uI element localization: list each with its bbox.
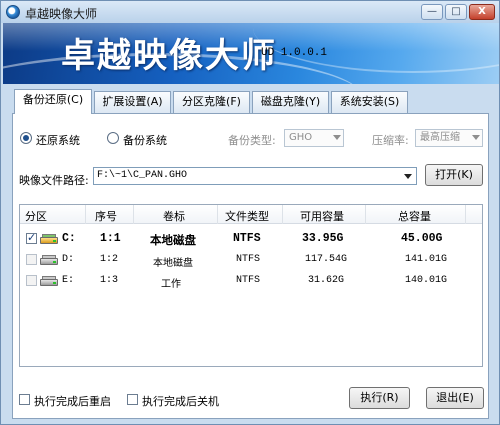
table-row[interactable]: D: 1:2 本地磁盘 NTFS 117.54G 141.01G [20,250,482,271]
backup-label: 备份系统 [123,134,167,147]
column-header: 序号 [95,210,117,223]
restore-label: 还原系统 [36,134,80,147]
drive-letter: E: [62,275,75,286]
restore-radio[interactable] [20,132,32,144]
drive-letter: D: [62,254,75,265]
chevron-down-icon [472,135,480,140]
backup-type-value: GHO [289,132,313,143]
maximize-button[interactable]: □ [445,4,467,20]
volume-label: 工作 [161,279,181,290]
drive-letter: C: [62,232,76,245]
image-path-value: F:\~1\C_PAN.GHO [97,170,188,181]
image-path-label: 映像文件路径: [19,174,89,187]
backup-radio[interactable] [107,132,119,144]
column-header: 分区 [25,210,47,223]
reboot-after-label: 执行完成后重启 [34,395,111,408]
banner-title: 卓越映像大师 [61,36,277,76]
tab-partition-clone[interactable]: 分区克隆(F) [173,91,250,113]
partition-index: 1:3 [100,275,119,286]
volume-label: 本地磁盘 [150,233,196,247]
file-system: NTFS [233,232,261,245]
partition-checkbox[interactable] [26,275,37,286]
tab-system-install[interactable]: 系统安装(S) [331,91,408,113]
free-space: 31.62G [308,275,345,286]
compression-value: 最高压缩 [420,132,460,143]
backup-type-select[interactable]: GHO [284,129,344,147]
image-path-input[interactable]: F:\~1\C_PAN.GHO [93,167,417,185]
hard-disk-icon [40,234,58,244]
app-logo-icon [6,5,20,19]
partition-checkbox[interactable] [26,254,37,265]
table-row[interactable]: C: 1:1 本地磁盘 NTFS 33.95G 45.00G [20,229,482,250]
chevron-down-icon [404,174,412,179]
hard-disk-icon [40,255,58,265]
minimize-button[interactable]: — [421,4,443,20]
compression-label: 压缩率: [372,134,409,147]
column-header: 可用容量 [300,210,344,223]
execute-button[interactable]: 执行(R) [349,387,410,409]
partition-index: 1:2 [100,254,119,265]
column-header: 文件类型 [225,210,269,223]
partition-table: 分区 序号 卷标 文件类型 可用容量 总容量 C: 1:1 本地磁盘 NTFS … [19,204,483,367]
tab-extended-settings[interactable]: 扩展设置(A) [94,91,171,113]
compression-select[interactable]: 最高压缩 [415,129,483,147]
banner: 卓越映像大师 UD 1.0.0.1 [3,23,499,84]
title-bar: 卓越映像大师 — □ X [1,1,499,23]
backup-type-label: 备份类型: [228,134,276,147]
table-row[interactable]: E: 1:3 工作 NTFS 31.62G 140.01G [20,271,482,292]
hard-disk-icon [40,276,58,286]
free-space: 33.95G [302,232,344,245]
free-space: 117.54G [305,254,348,265]
column-header: 卷标 [163,210,185,223]
tab-disk-clone[interactable]: 磁盘克隆(Y) [252,91,329,113]
tab-backup-restore[interactable]: 备份还原(C) [14,89,92,114]
window-title: 卓越映像大师 [25,7,98,21]
close-button[interactable]: X [469,4,495,20]
shutdown-after-checkbox[interactable] [127,394,138,405]
reboot-after-checkbox[interactable] [19,394,30,405]
total-size: 45.00G [401,232,443,245]
open-button[interactable]: 打开(K) [425,164,483,186]
app-window: 卓越映像大师 — □ X 卓越映像大师 UD 1.0.0.1 备份还原(C) 扩… [0,0,500,425]
total-size: 141.01G [405,254,448,265]
volume-label: 本地磁盘 [153,258,193,269]
file-system: NTFS [236,254,261,265]
exit-button[interactable]: 退出(E) [426,387,484,409]
partition-checkbox[interactable] [26,231,37,244]
total-size: 140.01G [405,275,448,286]
partition-index: 1:1 [100,232,121,245]
chevron-down-icon [333,135,341,140]
file-system: NTFS [236,275,261,286]
table-header: 分区 序号 卷标 文件类型 可用容量 总容量 [20,205,482,224]
shutdown-after-label: 执行完成后关机 [142,395,219,408]
column-header: 总容量 [398,210,431,223]
version-label: UD 1.0.0.1 [261,47,328,59]
